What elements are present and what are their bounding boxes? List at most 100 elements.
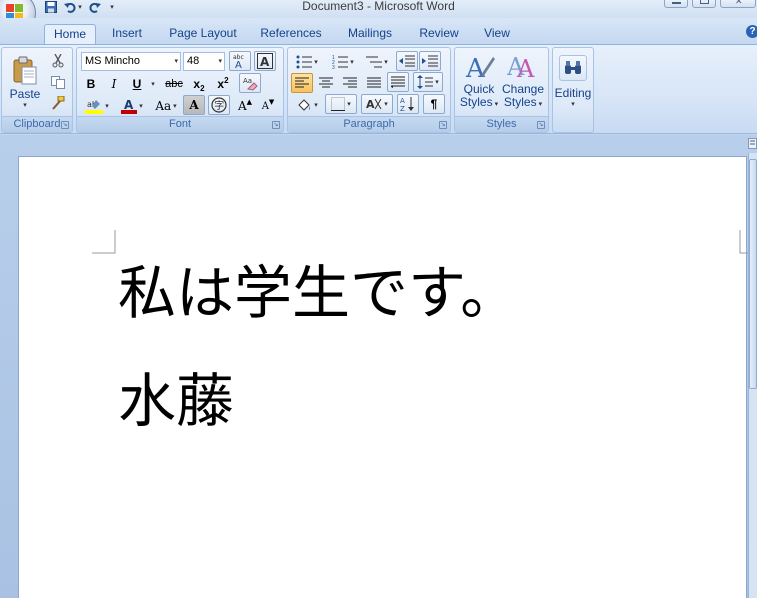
show-formatting-button[interactable]: ¶ [423,94,445,114]
font-size-value: 48 [187,55,200,67]
underline-button[interactable]: U [127,74,147,94]
styles-launcher-icon[interactable]: ↘ [537,121,545,129]
grow-font-button[interactable]: A ▲ [234,96,256,116]
align-left-icon[interactable] [291,73,313,93]
decrease-indent-icon[interactable] [396,51,418,71]
svg-text:A: A [400,97,405,105]
document-text-line-2[interactable]: 水藤 [118,361,234,441]
quick-styles-button[interactable]: A Quick Styles ▾ [457,50,501,116]
subscript-button[interactable]: x2 [188,74,210,94]
tab-insert[interactable]: Insert [104,24,150,44]
paste-label: Paste [9,86,41,101]
format-painter-icon[interactable] [48,94,68,112]
strikethrough-button[interactable]: abc [163,74,185,94]
quick-styles-icon: A [465,54,495,83]
styles-group: A Quick Styles ▾ AA Change Styles ▾ Styles… [454,47,549,133]
align-center-icon[interactable] [315,73,337,93]
change-case-button[interactable]: Aa ▾ [151,96,181,116]
underline-dropdown[interactable]: ▾ [147,74,157,94]
quick-access-toolbar: ▾ ▾ [44,0,116,14]
vertical-scrollbar[interactable] [748,153,757,598]
shrink-font-button[interactable]: A ▼ [257,96,279,116]
styles-group-label: Styles [455,116,548,132]
grow-font-label: A [237,99,247,113]
close-button[interactable]: ✕ [720,0,756,8]
change-case-label: Aa [155,99,172,113]
svg-text:A: A [124,98,134,112]
tab-page-layout[interactable]: Page Layout [164,24,242,44]
tab-references[interactable]: References [255,24,327,44]
bold-button[interactable]: B [81,74,101,94]
sort-icon[interactable]: AZ [397,94,419,114]
borders-icon [331,97,346,111]
line-spacing-button[interactable]: ▾ [413,72,443,92]
superscript-label: x [217,77,225,91]
numbering-button[interactable]: 1 2 3 ▾ [326,52,360,72]
document-text-line-1[interactable]: 私は学生です。 [118,253,518,333]
phonetic-guide-icon[interactable]: abc A [229,51,251,71]
svg-text:A: A [235,60,242,69]
font-family-select[interactable]: MS Mincho ▾ [81,52,181,71]
line-spacing-icon [417,75,434,89]
help-icon[interactable]: ? [746,25,757,38]
align-right-icon[interactable] [339,73,361,93]
shrink-font-label: A [261,100,269,112]
multilevel-list-button[interactable]: ▾ [362,52,392,72]
svg-text:A: A [260,55,270,69]
document-page[interactable]: 私は学生です。 水藤 [18,156,757,598]
font-size-select[interactable]: 48 ▾ [183,52,225,71]
asian-layout-icon: A [366,98,382,111]
svg-text:3: 3 [332,65,335,69]
increase-indent-icon[interactable] [419,51,441,71]
character-border-icon[interactable]: A [254,51,276,71]
font-color-button[interactable]: A ▾ [117,96,147,116]
asian-layout-button[interactable]: A ▾ [361,94,393,114]
tab-home[interactable]: Home [44,24,96,44]
margin-corner-top-left [92,230,116,254]
editing-label: Editing [554,86,592,100]
font-color-icon: A [121,98,138,114]
multilevel-list-icon [366,56,383,68]
svg-text:A: A [516,55,535,83]
svg-text:Aa: Aa [243,77,252,85]
character-shading-icon[interactable]: A [183,95,205,115]
minimize-button[interactable] [664,0,688,8]
bullets-button[interactable]: ▾ [290,52,324,72]
redo-icon[interactable] [88,1,102,14]
tab-view[interactable]: View [477,24,517,44]
shading-button[interactable]: ▾ [291,95,323,115]
tab-review[interactable]: Review [414,24,464,44]
clear-formatting-icon[interactable]: Aa [239,73,261,93]
binoculars-icon [559,55,587,81]
font-launcher-icon[interactable]: ↘ [272,121,280,129]
change-styles-icon: AA [507,53,535,83]
editing-button[interactable]: Editing ▾ [554,50,592,116]
distributed-icon[interactable] [387,72,409,92]
customize-qat-icon[interactable]: ▾ [106,1,116,14]
svg-text:字: 字 [214,99,224,112]
italic-button[interactable]: I [104,74,124,94]
tab-mailings[interactable]: Mailings [340,24,400,44]
copy-icon[interactable] [48,73,68,91]
change-styles-button[interactable]: AA Change Styles ▾ [501,50,545,116]
restore-button[interactable] [692,0,716,8]
paragraph-group: ▾ 1 2 3 ▾ ▾ ▾ ▾ ▾ A ▾ A Z ¶ Paragraph ↘ [287,47,451,133]
save-icon[interactable] [44,1,58,14]
enclose-characters-icon[interactable]: 字 [208,95,230,115]
numbering-icon: 123 [332,55,349,69]
justify-icon[interactable] [363,73,385,93]
scrollbar-thumb[interactable] [749,159,757,389]
highlight-button[interactable]: ab ▾ [81,96,113,116]
superscript-button[interactable]: x2 [212,74,234,94]
font-group: MS Mincho ▾ 48 ▾ abc A A B I U ▾ abc x2 x2 … [76,47,284,133]
borders-button[interactable]: ▾ [325,94,357,114]
view-ruler-icon[interactable] [748,135,757,153]
clipboard-launcher-icon[interactable]: ↘ [61,121,69,129]
ribbon-tabs: Home Insert Page Layout References Maili… [0,18,757,44]
paragraph-launcher-icon[interactable]: ↘ [439,121,447,129]
cut-icon[interactable] [48,52,68,70]
quick-styles-label2: Styles ▾ [459,95,499,109]
paste-button[interactable]: Paste ▾ [6,50,44,114]
paste-icon [13,56,37,84]
undo-icon[interactable]: ▾ [62,1,84,14]
